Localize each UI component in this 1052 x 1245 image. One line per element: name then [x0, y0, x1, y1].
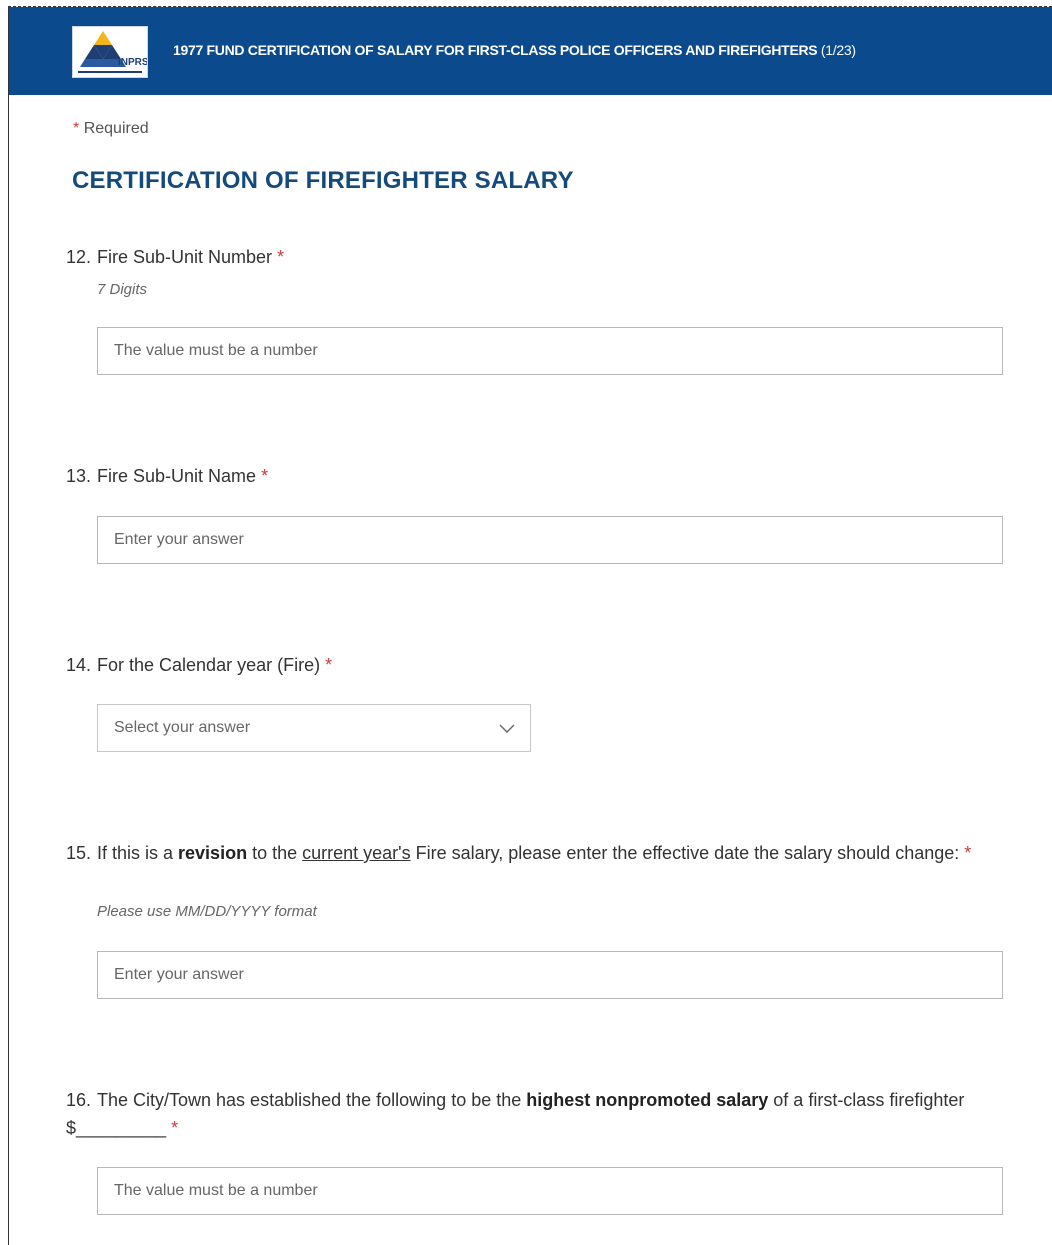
effective-date-input[interactable]: Enter your answer	[97, 951, 1003, 999]
required-star: *	[277, 247, 285, 267]
question-12-label: 12. Fire Sub-Unit Number *	[66, 243, 284, 271]
question-text-bold: revision	[178, 843, 248, 863]
question-number: 13.	[66, 466, 92, 486]
input-placeholder: Enter your answer	[114, 531, 244, 548]
required-star: *	[171, 1118, 179, 1138]
question-text-part: to the	[247, 843, 303, 863]
logo-text: INPRS	[118, 57, 147, 68]
question-15-label: 15. If this is a revision to the current …	[66, 839, 986, 867]
chevron-down-icon	[499, 724, 515, 733]
required-text: Required	[83, 120, 149, 137]
question-12-hint: 7 Digits	[97, 281, 148, 298]
question-number: 12.	[66, 247, 92, 267]
input-placeholder: The value must be a number	[114, 342, 318, 359]
question-text-part: The City/Town has established the follow…	[97, 1090, 527, 1110]
form-header: INPRS 1977 FUND CERTIFICATION OF SALARY …	[9, 7, 1052, 95]
question-16-label: 16. The City/Town has established the fol…	[66, 1086, 996, 1142]
form-title-text: 1977 FUND CERTIFICATION OF SALARY FOR FI…	[173, 42, 818, 58]
inprs-logo: INPRS	[72, 26, 149, 78]
fire-sub-unit-name-input[interactable]: Enter your answer	[97, 516, 1003, 564]
calendar-year-select[interactable]: Select your answer	[97, 704, 531, 752]
question-14-label: 14. For the Calendar year (Fire) *	[66, 651, 332, 679]
question-13-label: 13. Fire Sub-Unit Name *	[66, 462, 268, 490]
question-number: 15.	[66, 843, 92, 863]
input-placeholder: Enter your answer	[114, 966, 244, 983]
question-text-part: Fire salary, please enter the effective …	[410, 843, 965, 863]
question-text-part: If this is a	[97, 843, 179, 863]
required-star: *	[325, 655, 333, 675]
select-placeholder: Select your answer	[114, 719, 251, 736]
section-title: CERTIFICATION OF FIREFIGHTER SALARY	[72, 167, 574, 194]
fire-sub-unit-number-input[interactable]: The value must be a number	[97, 327, 1003, 375]
required-note: * Required	[73, 120, 149, 138]
question-text: Fire Sub-Unit Name	[97, 466, 257, 486]
input-placeholder: The value must be a number	[114, 1182, 318, 1199]
highest-nonpromoted-salary-input[interactable]: The value must be a number	[97, 1167, 1003, 1215]
question-number: 14.	[66, 655, 92, 675]
form-title: 1977 FUND CERTIFICATION OF SALARY FOR FI…	[173, 42, 856, 58]
required-star: *	[73, 120, 80, 137]
inprs-logo-graphic: INPRS	[78, 31, 149, 73]
question-15-hint: Please use MM/DD/YYYY format	[97, 903, 317, 920]
question-text-underline: current year's	[302, 843, 411, 863]
question-text: For the Calendar year (Fire)	[97, 655, 321, 675]
question-text: Fire Sub-Unit Number	[97, 247, 273, 267]
question-number: 16.	[66, 1090, 92, 1110]
required-star: *	[964, 843, 972, 863]
page-indicator: (1/23)	[820, 42, 856, 58]
question-text-bold: highest nonpromoted salary	[526, 1090, 769, 1110]
required-star: *	[261, 466, 269, 486]
